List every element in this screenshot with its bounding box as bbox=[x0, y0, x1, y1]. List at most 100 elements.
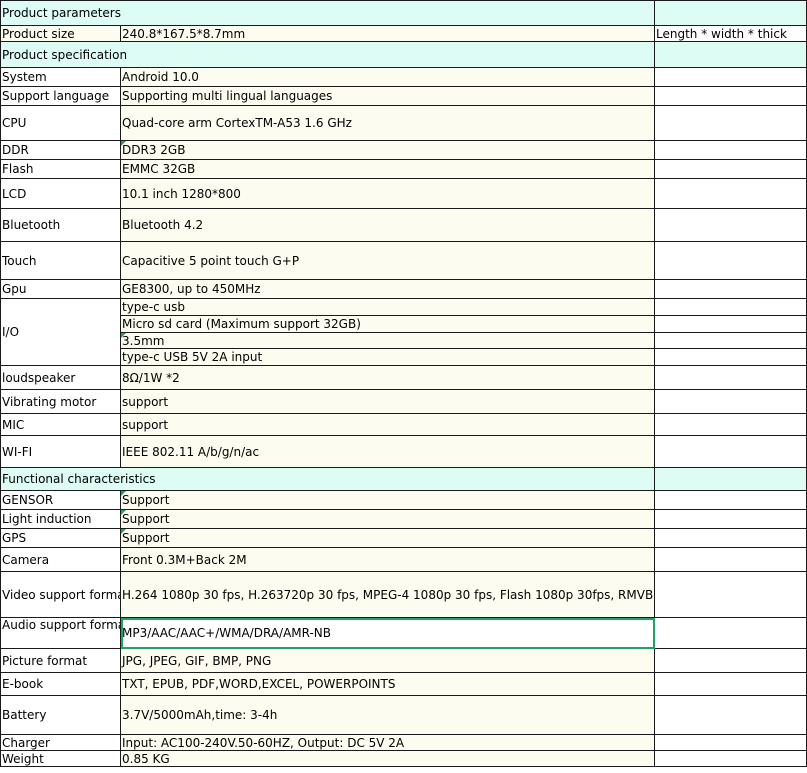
cell-empty[interactable] bbox=[654, 365, 807, 390]
cell-label[interactable]: Video support format bbox=[0, 571, 121, 618]
cell-value-io[interactable]: Micro sd card (Maximum support 32GB) bbox=[119, 315, 656, 333]
cell-empty[interactable] bbox=[654, 86, 807, 106]
cell-value[interactable]: 3.7V/5000mAh,time: 3-4h bbox=[119, 695, 656, 735]
cell-value-io[interactable]: 3.5mm bbox=[119, 332, 656, 349]
cell-label[interactable]: Support language bbox=[0, 86, 121, 106]
cell-label[interactable]: System bbox=[0, 67, 121, 87]
selected-cell[interactable]: MP3/AAC/AAC+/WMA/DRA/AMR-NB bbox=[119, 617, 656, 649]
table-row-video-format: Video support format H.264 1080p 30 fps,… bbox=[0, 571, 807, 618]
cell-empty[interactable] bbox=[654, 734, 807, 751]
section-row-parameters: Product parameters bbox=[0, 0, 807, 26]
cell-label[interactable]: Touch bbox=[0, 241, 121, 280]
cell-label[interactable]: Camera bbox=[0, 547, 121, 572]
cell-value[interactable]: support bbox=[119, 413, 656, 436]
cell-value[interactable]: GE8300, up to 450MHz bbox=[119, 279, 656, 299]
cell-value[interactable]: 0.85 KG bbox=[119, 750, 656, 767]
cell-empty[interactable] bbox=[654, 178, 807, 209]
cell-label[interactable]: MIC bbox=[0, 413, 121, 436]
cell-label[interactable]: WI-FI bbox=[0, 435, 121, 468]
cell-value[interactable]: H.264 1080p 30 fps, H.263720p 30 fps, MP… bbox=[119, 571, 656, 618]
cell-empty[interactable] bbox=[654, 528, 807, 548]
cell-empty[interactable] bbox=[654, 695, 807, 735]
table-row-mic: MIC support bbox=[0, 413, 807, 436]
table-row-ddr: DDR DDR3 2GB bbox=[0, 140, 807, 160]
table-row-picture-format: Picture format JPG, JPEG, GIF, BMP, PNG bbox=[0, 648, 807, 673]
cell-label[interactable]: Gpu bbox=[0, 279, 121, 299]
cell-empty[interactable] bbox=[654, 348, 807, 366]
cell-label[interactable]: loudspeaker bbox=[0, 365, 121, 390]
cell-empty[interactable] bbox=[654, 241, 807, 280]
cell-label[interactable]: DDR bbox=[0, 140, 121, 160]
cell-label[interactable]: Vibrating motor bbox=[0, 389, 121, 414]
section-title-specification[interactable]: Product specification bbox=[0, 41, 656, 68]
section-empty-cell[interactable] bbox=[654, 0, 807, 26]
cell-value[interactable]: JPG, JPEG, GIF, BMP, PNG bbox=[119, 648, 656, 673]
cell-label[interactable]: Weight bbox=[0, 750, 121, 767]
section-row-specification: Product specification bbox=[0, 41, 807, 68]
cell-empty[interactable] bbox=[654, 140, 807, 160]
cell-value-io[interactable]: type-c usb bbox=[119, 298, 656, 316]
cell-value[interactable]: EMMC 32GB bbox=[119, 159, 656, 179]
table-row-loudspeaker: loudspeaker 8Ω/1W *2 bbox=[0, 365, 807, 390]
cell-value[interactable]: Front 0.3M+Back 2M bbox=[119, 547, 656, 572]
cell-empty[interactable] bbox=[654, 67, 807, 87]
cell-value-product-size[interactable]: 240.8*167.5*8.7mm bbox=[119, 25, 656, 42]
section-title-functional[interactable]: Functional characteristics bbox=[0, 467, 656, 491]
cell-value[interactable]: DDR3 2GB bbox=[119, 140, 656, 160]
cell-label[interactable]: CPU bbox=[0, 105, 121, 141]
cell-empty[interactable] bbox=[654, 435, 807, 468]
cell-value[interactable]: Android 10.0 bbox=[119, 67, 656, 87]
cell-value[interactable]: Support bbox=[119, 490, 656, 510]
cell-empty[interactable] bbox=[654, 208, 807, 242]
cell-empty[interactable] bbox=[654, 547, 807, 572]
table-row-ebook: E-book TXT, EPUB, PDF,WORD,EXCEL, POWERP… bbox=[0, 672, 807, 696]
cell-label-io[interactable]: I/O bbox=[0, 298, 121, 366]
cell-empty[interactable] bbox=[654, 672, 807, 696]
cell-label[interactable]: Picture format bbox=[0, 648, 121, 673]
cell-label[interactable]: Flash bbox=[0, 159, 121, 179]
cell-empty[interactable] bbox=[654, 332, 807, 349]
cell-value[interactable]: Support bbox=[119, 509, 656, 529]
cell-label[interactable]: Battery bbox=[0, 695, 121, 735]
section-title-parameters[interactable]: Product parameters bbox=[0, 0, 656, 26]
cell-value[interactable]: 8Ω/1W *2 bbox=[119, 365, 656, 390]
cell-label[interactable]: Audio support format bbox=[0, 617, 121, 649]
cell-empty[interactable] bbox=[654, 279, 807, 299]
cell-empty[interactable] bbox=[654, 750, 807, 767]
cell-note-product-size[interactable]: Length * width * thick bbox=[654, 25, 807, 42]
cell-empty[interactable] bbox=[654, 315, 807, 333]
cell-value[interactable]: Capacitive 5 point touch G+P bbox=[119, 241, 656, 280]
table-row-camera: Camera Front 0.3M+Back 2M bbox=[0, 547, 807, 572]
cell-empty[interactable] bbox=[654, 509, 807, 529]
cell-empty[interactable] bbox=[654, 571, 807, 618]
cell-empty[interactable] bbox=[654, 389, 807, 414]
cell-empty[interactable] bbox=[654, 298, 807, 316]
cell-empty[interactable] bbox=[654, 159, 807, 179]
cell-value[interactable]: 10.1 inch 1280*800 bbox=[119, 178, 656, 209]
cell-empty[interactable] bbox=[654, 490, 807, 510]
section-empty-cell[interactable] bbox=[654, 467, 807, 491]
cell-empty[interactable] bbox=[654, 648, 807, 673]
cell-label[interactable]: E-book bbox=[0, 672, 121, 696]
cell-value[interactable]: Supporting multi lingual languages bbox=[119, 86, 656, 106]
cell-label-product-size[interactable]: Product size bbox=[0, 25, 121, 42]
cell-value[interactable]: support bbox=[119, 389, 656, 414]
cell-label[interactable]: Charger bbox=[0, 734, 121, 751]
cell-empty[interactable] bbox=[654, 413, 807, 436]
cell-label[interactable]: Light induction bbox=[0, 509, 121, 529]
cell-label[interactable]: Bluetooth bbox=[0, 208, 121, 242]
cell-empty[interactable] bbox=[654, 105, 807, 141]
cell-value[interactable]: IEEE 802.11 A/b/g/n/ac bbox=[119, 435, 656, 468]
cell-value[interactable]: Input: AC100-240V.50-60HZ, Output: DC 5V… bbox=[119, 734, 656, 751]
cell-label[interactable]: GPS bbox=[0, 528, 121, 548]
cell-empty[interactable] bbox=[654, 617, 807, 649]
cell-value[interactable]: Quad-core arm CortexTM-A53 1.6 GHz bbox=[119, 105, 656, 141]
cell-value-io[interactable]: type-c USB 5V 2A input bbox=[119, 348, 656, 366]
cell-label[interactable]: LCD bbox=[0, 178, 121, 209]
cell-value[interactable]: Bluetooth 4.2 bbox=[119, 208, 656, 242]
table-row-charger: Charger Input: AC100-240V.50-60HZ, Outpu… bbox=[0, 734, 807, 751]
cell-value[interactable]: Support bbox=[119, 528, 656, 548]
cell-value[interactable]: TXT, EPUB, PDF,WORD,EXCEL, POWERPOINTS bbox=[119, 672, 656, 696]
cell-label[interactable]: GENSOR bbox=[0, 490, 121, 510]
section-empty-cell[interactable] bbox=[654, 41, 807, 68]
